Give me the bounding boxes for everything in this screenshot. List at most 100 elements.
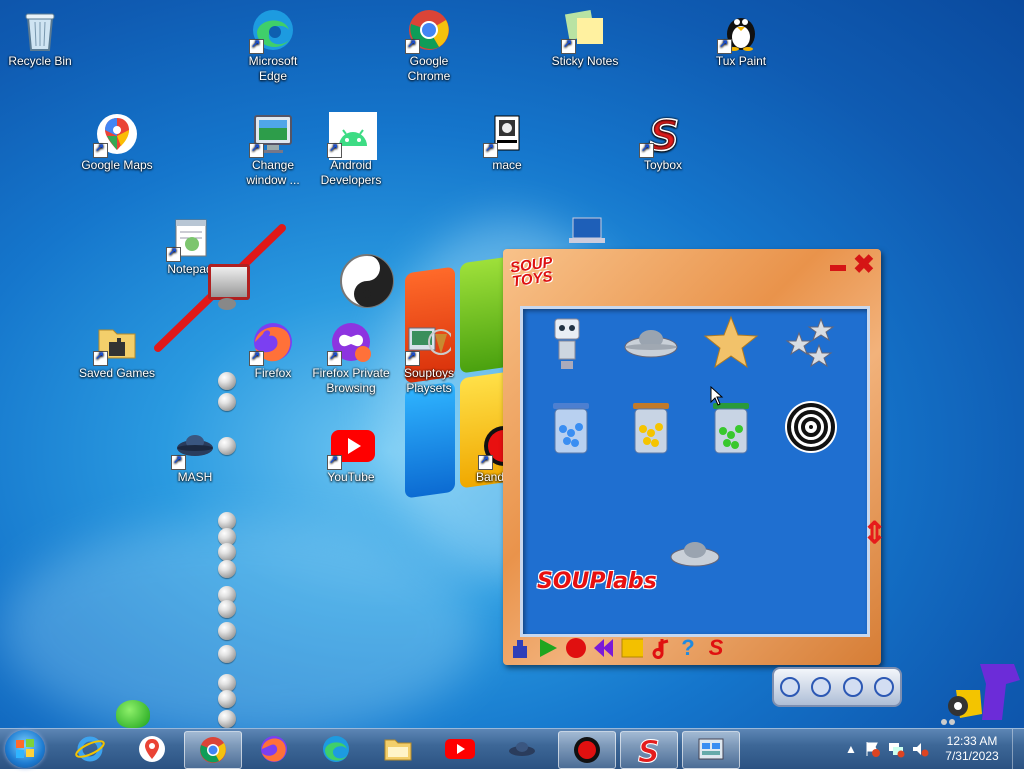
clock[interactable]: 12:33 AM 7/31/2023 <box>940 734 1004 764</box>
desktop-icon-mash[interactable]: MASH <box>155 424 235 485</box>
souptoys-window[interactable]: SOUP TOYS ✖ SOUPlabs ⇕ ? S <box>503 249 887 665</box>
desktop-icon-change-window[interactable]: Change window ... <box>233 112 313 188</box>
taskbar-chrome[interactable] <box>184 731 242 769</box>
desktop-icon-laptop[interactable] <box>545 216 625 248</box>
start-button[interactable] <box>5 730 45 768</box>
desktop-icon-label: Google Maps <box>81 158 153 172</box>
desktop-icon-tux-paint[interactable]: Tux Paint <box>701 8 781 69</box>
show-desktop-button[interactable] <box>1012 729 1024 769</box>
bead-ball[interactable] <box>218 560 236 578</box>
mash-icon <box>509 742 535 756</box>
shortcut-arrow-icon <box>327 453 342 470</box>
red-frame-toy[interactable] <box>208 264 250 300</box>
stop-button[interactable] <box>621 637 643 659</box>
scroll-arrow-icon[interactable]: ⇕ <box>862 516 887 551</box>
desktop-icon-label: Firefox Private Browsing <box>312 366 390 395</box>
record-button[interactable] <box>565 637 587 659</box>
mash-icon <box>171 424 217 470</box>
shortcut-arrow-icon <box>483 141 498 158</box>
ufo-toy-small[interactable] <box>665 529 725 589</box>
youtube-icon <box>445 739 475 759</box>
gold-star-toy[interactable] <box>701 313 761 373</box>
pager-dot[interactable] <box>874 677 895 697</box>
minimize-button[interactable] <box>830 265 846 271</box>
pager-dot[interactable] <box>811 677 832 697</box>
bead-ball[interactable] <box>218 710 236 728</box>
bead-ball[interactable] <box>218 393 236 411</box>
toy-weight[interactable] <box>218 298 236 310</box>
android-icon <box>327 112 377 160</box>
music-icon[interactable] <box>649 637 671 659</box>
desktop-icon-android-developers[interactable]: Android Developers <box>311 112 391 188</box>
taskbar-recorder[interactable] <box>558 731 616 769</box>
green-blob-toy[interactable] <box>116 700 150 728</box>
laptop-icon <box>563 216 607 246</box>
shortcut-arrow-icon <box>717 37 732 54</box>
taskbar-edge[interactable] <box>308 731 364 767</box>
taskbar-google-maps[interactable] <box>124 731 180 767</box>
souptoys-s-icon[interactable]: S <box>705 635 727 660</box>
robot-toy[interactable] <box>537 313 597 373</box>
taskbar-control-panel[interactable] <box>682 731 740 769</box>
yin-yang-toy[interactable] <box>339 253 395 309</box>
desktop-icon-firefox-private[interactable]: Firefox Private Browsing <box>311 320 391 396</box>
desktop-icon-edge[interactable]: Microsoft Edge <box>233 8 313 84</box>
play-button[interactable] <box>537 637 559 659</box>
help-icon[interactable]: ? <box>677 635 699 660</box>
yellow-jar-toy[interactable] <box>621 397 681 457</box>
show-hidden-icons-chevron-icon[interactable]: ▲ <box>845 742 857 756</box>
svg-text:S: S <box>638 735 660 765</box>
desktop-icon-chrome[interactable]: Google Chrome <box>389 8 469 84</box>
taskbar-ie[interactable] <box>62 731 118 767</box>
desktop-icon-toybox[interactable]: S Toybox <box>623 110 703 173</box>
bead-ball[interactable] <box>218 372 236 390</box>
pager-dot[interactable] <box>842 677 863 697</box>
playsets-icon <box>405 320 454 366</box>
toy-pager[interactable] <box>772 667 902 707</box>
toybox-s-logo-icon: S <box>638 735 661 765</box>
bead-ball[interactable] <box>218 437 236 455</box>
desktop-icon-saved-games[interactable]: Saved Games <box>77 320 157 381</box>
desktop-icon-label: Microsoft Edge <box>248 54 298 83</box>
desktop-icon-google-maps[interactable]: Google Maps <box>77 112 157 173</box>
desktop-icon-sticky-notes[interactable]: Sticky Notes <box>545 8 625 69</box>
bead-ball[interactable] <box>218 600 236 618</box>
shortcut-arrow-icon <box>639 141 654 158</box>
bead-ball[interactable] <box>218 543 236 561</box>
bead-ball[interactable] <box>218 622 236 640</box>
blue-jar-toy[interactable] <box>541 397 601 457</box>
taskbar-youtube[interactable] <box>432 731 488 767</box>
taskbar-mash[interactable] <box>494 731 550 767</box>
toy-figure[interactable] <box>936 660 1022 728</box>
spiral-toy[interactable] <box>781 397 841 457</box>
network-icon[interactable] <box>887 740 905 758</box>
youtube-icon <box>327 424 375 470</box>
volume-muted-icon[interactable] <box>911 740 929 758</box>
desktop-icon-label: Change window ... <box>246 158 300 187</box>
desktop-icon-label: Souptoys Playsets <box>403 366 455 395</box>
silver-stars-toy[interactable] <box>781 313 841 373</box>
desktop-icon-band[interactable]: Band <box>462 424 504 485</box>
desktop-icon-youtube[interactable]: YouTube <box>311 424 391 485</box>
toybox-s-logo-icon: S <box>639 110 685 161</box>
band-icon <box>478 424 504 470</box>
desktop-icon-recycle-bin[interactable]: Recycle Bin <box>0 8 80 69</box>
green-jar-toy[interactable] <box>701 397 761 457</box>
pager-dot[interactable] <box>779 677 800 697</box>
taskbar-toybox[interactable]: S <box>620 731 678 769</box>
desktop-icon-label: Google Chrome <box>407 54 451 83</box>
close-button[interactable]: ✖ <box>853 251 875 277</box>
shortcut-arrow-icon <box>478 453 493 470</box>
desktop-icon-souptoys-playsets[interactable]: Souptoys Playsets <box>389 320 469 396</box>
ufo-toy[interactable] <box>621 313 681 373</box>
clock-time: 12:33 AM <box>946 734 998 748</box>
bead-ball[interactable] <box>218 690 236 708</box>
folder-icon <box>384 739 412 761</box>
bead-ball[interactable] <box>218 645 236 663</box>
rewind-button[interactable] <box>593 637 615 659</box>
taskbar-firefox[interactable] <box>246 731 302 767</box>
tool-icon[interactable] <box>509 637 531 659</box>
desktop-icon-mace[interactable]: mace <box>467 112 547 173</box>
action-center-flag-icon[interactable] <box>863 740 881 758</box>
taskbar-file-explorer[interactable] <box>370 731 426 767</box>
